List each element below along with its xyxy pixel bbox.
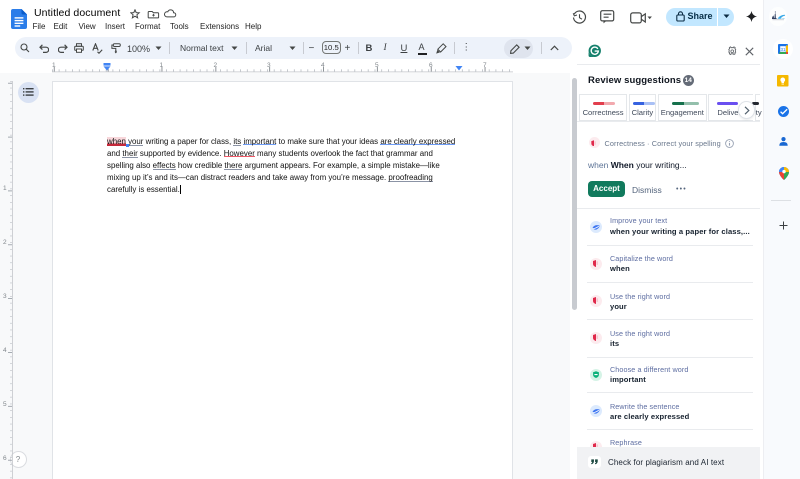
- svg-text:31: 31: [780, 47, 786, 52]
